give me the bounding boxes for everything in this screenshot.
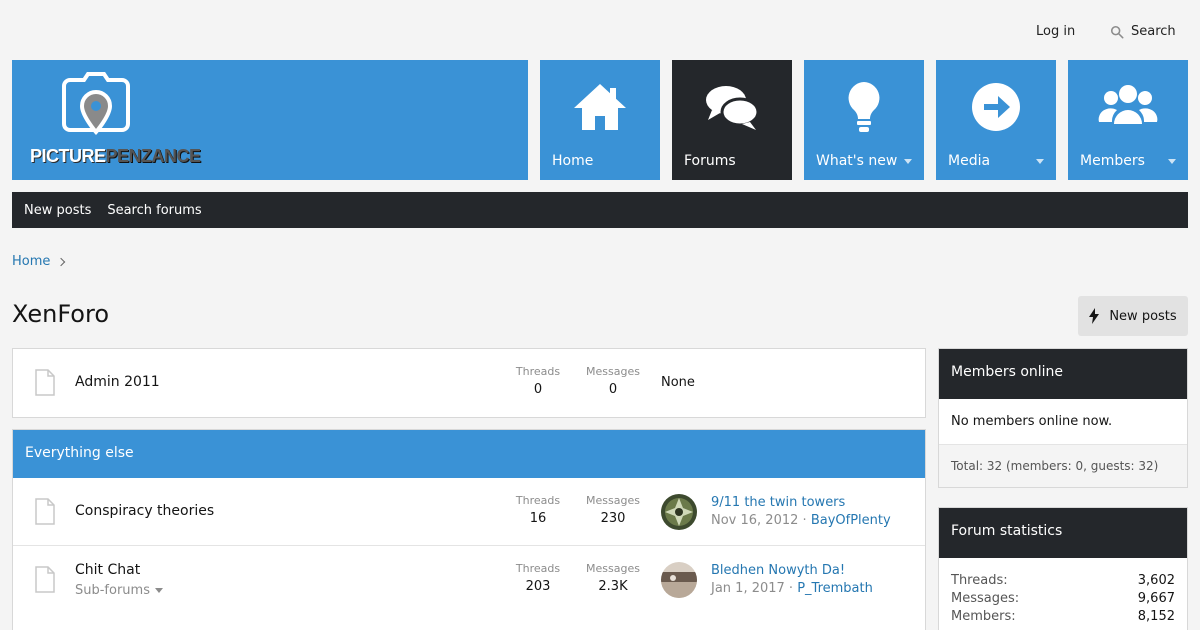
home-icon: [574, 84, 626, 130]
sub-nav: New posts Search forums: [12, 192, 1188, 228]
forum-title-link[interactable]: Chit Chat: [75, 562, 140, 578]
nav-tab-label: What's new: [816, 153, 898, 169]
members-online-body: No members online now.: [939, 399, 1187, 445]
breadcrumb-home[interactable]: Home: [12, 254, 50, 269]
last-post-meta: Nov 16, 2012 · BayOfPlenty: [711, 513, 891, 528]
new-posts-label: New posts: [1109, 308, 1177, 324]
chevron-right-icon: [57, 257, 66, 266]
arrow-circle-icon: [972, 83, 1020, 131]
chat-bubbles-icon: [706, 86, 760, 130]
lightbulb-icon: [848, 82, 880, 132]
forum-document-icon: [35, 498, 55, 525]
nav-tab-label: Forums: [684, 153, 736, 169]
forum-statistics-block: Forum statistics Threads: 3,602 Messages…: [938, 507, 1188, 630]
threads-stat: Threads 203: [515, 562, 561, 594]
forum-row: Conspiracy theories Threads 16 Messages …: [13, 478, 925, 546]
forum-block-top: Admin 2011 Threads 0 Messages 0 None: [12, 348, 926, 418]
subforums-toggle[interactable]: Sub-forums: [75, 583, 163, 598]
forum-title-link[interactable]: Conspiracy theories: [75, 503, 214, 519]
search-link[interactable]: Search: [1110, 24, 1176, 39]
last-post-title-link[interactable]: Bledhen Nowyth Da!: [711, 563, 845, 578]
last-post-title-link[interactable]: 9/11 the twin towers: [711, 495, 845, 510]
messages-stat: Messages 0: [586, 365, 640, 397]
forum-title-link[interactable]: Admin 2011: [75, 374, 160, 390]
new-posts-button[interactable]: New posts: [1078, 296, 1188, 336]
logo-wordmark: PICTUREPENZANCE: [30, 146, 201, 166]
messages-stat: Messages 230: [586, 494, 640, 526]
forum-category-block: Everything else Conspiracy theories Thre…: [12, 429, 926, 630]
threads-stat: Threads 0: [515, 365, 561, 397]
subnav-search-forums[interactable]: Search forums: [107, 203, 201, 218]
site-logo[interactable]: PICTUREPENZANCE: [12, 60, 528, 180]
subnav-new-posts[interactable]: New posts: [24, 203, 91, 218]
last-post-date[interactable]: Jan 1, 2017: [711, 581, 785, 596]
threads-stat: Threads 16: [515, 494, 561, 526]
messages-stat: Messages 2.3K: [586, 562, 640, 594]
forum-statistics-title: Forum statistics: [939, 508, 1187, 558]
nav-tab-members[interactable]: Members: [1068, 60, 1188, 180]
forum-row: Chit Chat Sub-forums Threads 203 Message…: [13, 546, 925, 614]
last-post-meta: Jan 1, 2017 · P_Trembath: [711, 581, 873, 596]
last-post-user-link[interactable]: BayOfPlenty: [811, 513, 891, 528]
stat-row: Threads: 3,602: [951, 573, 1175, 588]
members-online-total: Total: 32 (members: 0, guests: 32): [939, 445, 1187, 487]
camera-pin-icon: [62, 72, 130, 136]
avatar[interactable]: [661, 562, 697, 598]
stat-row: Members: 8,152: [951, 609, 1175, 624]
last-post-date[interactable]: Nov 16, 2012: [711, 513, 798, 528]
members-online-block: Members online No members online now. To…: [938, 348, 1188, 488]
nav-tab-label: Members: [1080, 153, 1145, 169]
bolt-icon: [1089, 308, 1100, 324]
breadcrumb: Home: [12, 254, 66, 269]
last-post-none: None: [661, 375, 695, 390]
users-icon: [1098, 85, 1158, 124]
page-title: XenForo: [12, 300, 109, 328]
category-header[interactable]: Everything else: [13, 430, 925, 478]
chevron-down-icon[interactable]: [904, 159, 912, 164]
forum-statistics-list: Threads: 3,602 Messages: 9,667 Members: …: [939, 558, 1187, 626]
nav-tab-label: Media: [948, 153, 991, 169]
nav-tab-label: Home: [552, 153, 594, 169]
search-label: Search: [1131, 24, 1176, 39]
nav-tab-media[interactable]: Media: [936, 60, 1056, 180]
forum-document-icon: [35, 369, 55, 396]
caret-down-icon: [155, 588, 163, 593]
last-post-user-link[interactable]: P_Trembath: [797, 581, 873, 596]
nav-tab-whats-new[interactable]: What's new: [804, 60, 924, 180]
stat-row: Messages: 9,667: [951, 591, 1175, 606]
search-icon: [1110, 25, 1124, 38]
forum-row: Admin 2011 Threads 0 Messages 0 None: [13, 349, 925, 417]
forum-document-icon: [35, 566, 55, 593]
avatar[interactable]: [661, 494, 697, 530]
nav-tab-home[interactable]: Home: [540, 60, 660, 180]
login-link[interactable]: Log in: [1036, 24, 1075, 39]
chevron-down-icon[interactable]: [1036, 159, 1044, 164]
nav-tab-forums[interactable]: Forums: [672, 60, 792, 180]
top-bar: Log in Search: [0, 0, 1200, 60]
chevron-down-icon[interactable]: [1168, 159, 1176, 164]
members-online-title[interactable]: Members online: [939, 349, 1187, 399]
subforums-label: Sub-forums: [75, 583, 150, 598]
